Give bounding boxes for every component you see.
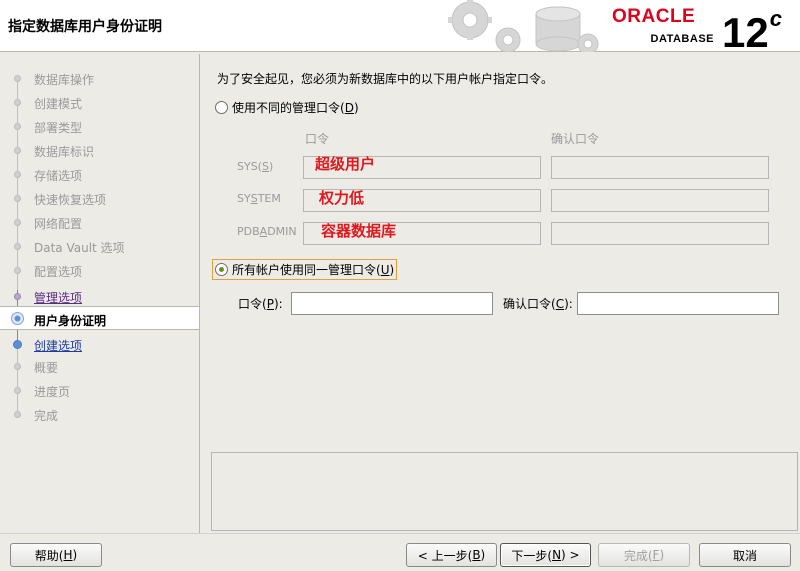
password-input[interactable] [291, 292, 493, 315]
back-button[interactable]: < 上一步(B) [406, 543, 497, 567]
step-dot-icon [13, 340, 22, 349]
different-passwords-option[interactable]: 使用不同的管理口令(D) [215, 99, 359, 116]
system-confirm-field [551, 189, 769, 212]
system-annotation: 权力低 [319, 189, 365, 207]
step-dot-icon [14, 219, 21, 226]
password-column-header: 口令 [305, 132, 330, 146]
next-button[interactable]: 下一步(N) > [500, 543, 591, 567]
help-button[interactable]: 帮助(H) [10, 543, 102, 567]
oracle-logo: ORACLE DATABASE [612, 6, 718, 46]
step-label: 完成 [34, 409, 59, 423]
main-panel: 为了安全起见，您必须为新数据库中的以下用户帐户指定口令。 使用不同的管理口令(D… [201, 54, 800, 533]
confirm-password-label: 确认口令(C): [503, 297, 573, 311]
step-label[interactable]: 创建选项 [34, 337, 82, 354]
step-dot-icon [14, 411, 21, 418]
step-dot-icon [14, 267, 21, 274]
step-storage-option: 存储选项 [0, 162, 199, 186]
step-label: 概要 [34, 361, 59, 375]
step-config-options: 配置选项 [0, 258, 199, 282]
same-password-radio[interactable] [215, 263, 228, 276]
cancel-button[interactable]: 取消 [699, 543, 791, 567]
step-dot-icon [14, 75, 21, 82]
step-management-options[interactable]: 管理选项 [0, 284, 199, 308]
step-label: 数据库标识 [34, 145, 95, 159]
sys-annotation: 超级用户 [315, 155, 376, 173]
step-summary: 概要 [0, 354, 199, 378]
step-dot-icon [14, 293, 21, 300]
current-step-icon [11, 312, 24, 325]
step-database-identification: 数据库标识 [0, 138, 199, 162]
step-fast-recovery: 快速恢复选项 [0, 186, 199, 210]
step-label[interactable]: 管理选项 [34, 289, 82, 306]
version-suffix: c [769, 6, 782, 31]
step-deployment-type: 部署类型 [0, 114, 199, 138]
step-label: 用户身份证明 [34, 314, 107, 328]
system-account-label: SYSTEM [237, 192, 281, 205]
page-title: 指定数据库用户身份证明 [8, 19, 162, 35]
sys-confirm-field [551, 156, 769, 179]
confirm-column-header: 确认口令 [551, 132, 600, 146]
finish-button: 完成(F) [598, 543, 690, 567]
step-dot-icon [14, 243, 21, 250]
step-dot-icon [14, 123, 21, 130]
footer-bar: 帮助(H) < 上一步(B) 下一步(N) > 完成(F) 取消 [0, 533, 800, 571]
step-creation-mode: 创建模式 [0, 90, 199, 114]
same-password-label[interactable]: 所有帐户使用同一管理口令(U) [232, 261, 394, 278]
step-dot-icon [14, 147, 21, 154]
step-finish: 完成 [0, 402, 199, 426]
step-dot-icon [14, 171, 21, 178]
confirm-password-input[interactable] [577, 292, 779, 315]
steps-sidebar: 数据库操作 创建模式 部署类型 数据库标识 存储选项 快速恢复选项 网络配置 D… [0, 54, 200, 533]
step-label: 创建模式 [34, 97, 83, 111]
header-banner: 指定数据库用户身份证明 ORACLE DATABASE 12c [0, 0, 800, 56]
password-label: 口令(P): [238, 297, 283, 311]
oracle-brand: ORACLE [612, 6, 696, 27]
message-pane [211, 452, 798, 531]
step-dot-icon [14, 363, 21, 370]
step-network-config: 网络配置 [0, 210, 199, 234]
step-progress: 进度页 [0, 378, 199, 402]
step-dot-icon [14, 387, 21, 394]
same-password-option[interactable]: 所有帐户使用同一管理口令(U) [212, 259, 398, 280]
step-label: 数据库操作 [34, 73, 95, 87]
step-dot-icon [14, 195, 21, 202]
version-logo: 12c [722, 2, 782, 56]
step-label: Data Vault 选项 [34, 241, 125, 255]
pdbadmin-account-label: PDBADMIN [237, 225, 297, 238]
step-label: 进度页 [34, 385, 71, 399]
version-number: 12 [722, 9, 769, 56]
step-label: 部署类型 [34, 121, 83, 135]
sys-account-label: SYS(S) [237, 160, 274, 173]
step-dot-icon [14, 99, 21, 106]
step-data-vault: Data Vault 选项 [0, 234, 199, 258]
different-passwords-label[interactable]: 使用不同的管理口令(D) [232, 99, 359, 116]
gears-graphic [430, 0, 600, 52]
step-creation-options[interactable]: 创建选项 [0, 332, 199, 356]
pdbadmin-annotation: 容器数据库 [321, 222, 397, 240]
database-brand: DATABASE [650, 33, 714, 45]
step-user-credentials: 用户身份证明 [0, 306, 199, 330]
different-passwords-radio[interactable] [215, 101, 228, 114]
intro-text: 为了安全起见，您必须为新数据库中的以下用户帐户指定口令。 [217, 72, 554, 86]
pdbadmin-confirm-field [551, 222, 769, 245]
step-label: 存储选项 [34, 169, 83, 183]
step-label: 网络配置 [34, 217, 83, 231]
step-label: 快速恢复选项 [34, 193, 107, 207]
step-database-operation: 数据库操作 [0, 66, 199, 90]
step-label: 配置选项 [34, 265, 83, 279]
